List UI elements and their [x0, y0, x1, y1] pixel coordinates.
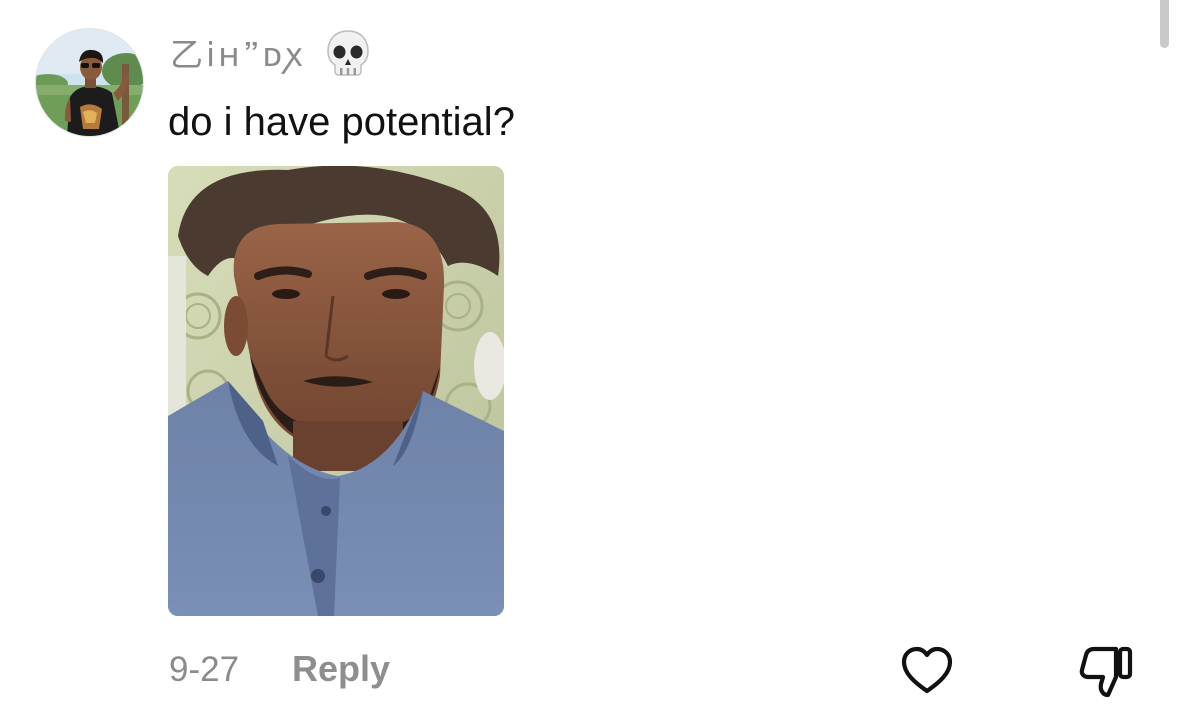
username-row[interactable]: 乙iн🙷ᴅꭗ	[170, 26, 370, 82]
avatar[interactable]	[36, 29, 143, 136]
like-button[interactable]	[900, 645, 954, 697]
reply-button[interactable]: Reply	[292, 646, 390, 692]
heart-outline-icon	[901, 646, 953, 694]
skull-icon	[326, 29, 370, 79]
dislike-button[interactable]	[1078, 643, 1134, 699]
comment-text: do i have potential?	[168, 100, 515, 144]
avatar-image	[36, 29, 143, 136]
scrollbar[interactable]	[1160, 0, 1169, 48]
comment-photo[interactable]	[168, 166, 504, 616]
thumbs-down-outline-icon	[1079, 646, 1133, 698]
selfie-image	[168, 166, 504, 616]
comment-date: 9-27	[169, 650, 240, 689]
comment-screen: 乙iн🙷ᴅꭗ do i have potential? 9-27 Reply	[0, 0, 1179, 725]
username[interactable]: 乙iн🙷ᴅꭗ	[170, 38, 306, 71]
